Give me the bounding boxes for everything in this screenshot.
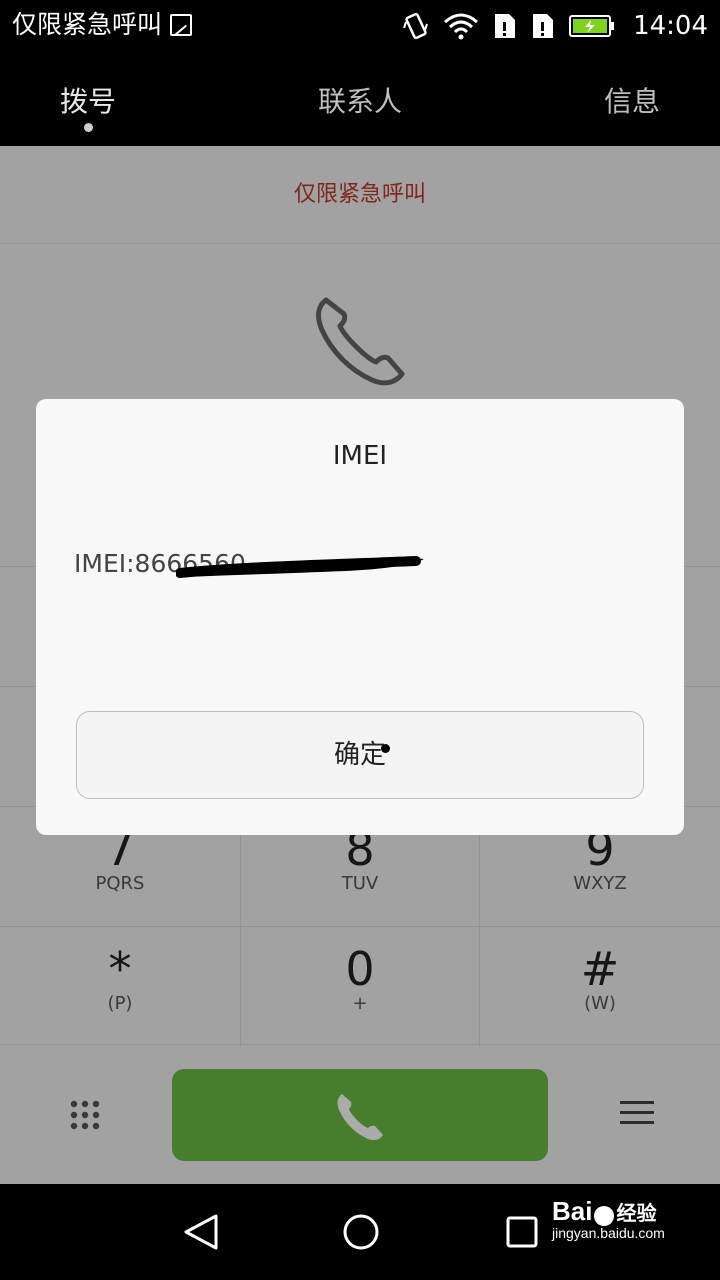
redaction-scribble bbox=[176, 556, 424, 578]
navigation-bar: Bai 经验 jingyan.baidu.com bbox=[0, 1184, 720, 1280]
clock: 14:04 bbox=[633, 11, 708, 41]
sim2-icon bbox=[533, 14, 554, 38]
status-bar: 仅限紧急呼叫 14:04 bbox=[0, 0, 720, 52]
active-tab-indicator bbox=[84, 123, 93, 132]
sim1-icon bbox=[495, 14, 516, 38]
wifi-icon bbox=[444, 13, 479, 40]
home-icon[interactable] bbox=[342, 1213, 380, 1251]
recents-icon[interactable] bbox=[506, 1216, 538, 1248]
touch-indicator bbox=[381, 744, 390, 753]
paw-icon bbox=[594, 1205, 615, 1226]
watermark-url: jingyan.baidu.com bbox=[552, 1225, 665, 1241]
baidu-jingyan-watermark: Bai 经验 jingyan.baidu.com bbox=[552, 1196, 665, 1241]
back-icon[interactable] bbox=[182, 1212, 220, 1252]
watermark-jingyan: 经验 bbox=[616, 1201, 657, 1225]
carrier-text: 仅限紧急呼叫 bbox=[12, 10, 163, 39]
battery-charging-icon bbox=[569, 15, 615, 37]
imei-dialog: IMEI IMEI:8666560 确定 bbox=[36, 399, 684, 835]
tab-dialer[interactable]: 拨号 bbox=[60, 80, 116, 120]
tab-bar: 拨号 联系人 信息 bbox=[0, 52, 720, 146]
dialog-title: IMEI bbox=[332, 441, 388, 471]
gallery-icon bbox=[170, 14, 193, 36]
tab-contacts[interactable]: 联系人 bbox=[318, 80, 402, 120]
status-icons: 14:04 bbox=[403, 8, 708, 44]
vibrate-icon bbox=[403, 12, 429, 40]
carrier-status: 仅限紧急呼叫 bbox=[12, 10, 193, 40]
ok-button[interactable]: 确定 bbox=[76, 711, 644, 799]
watermark-brand: Bai bbox=[552, 1196, 593, 1226]
tab-messages[interactable]: 信息 bbox=[604, 80, 660, 120]
